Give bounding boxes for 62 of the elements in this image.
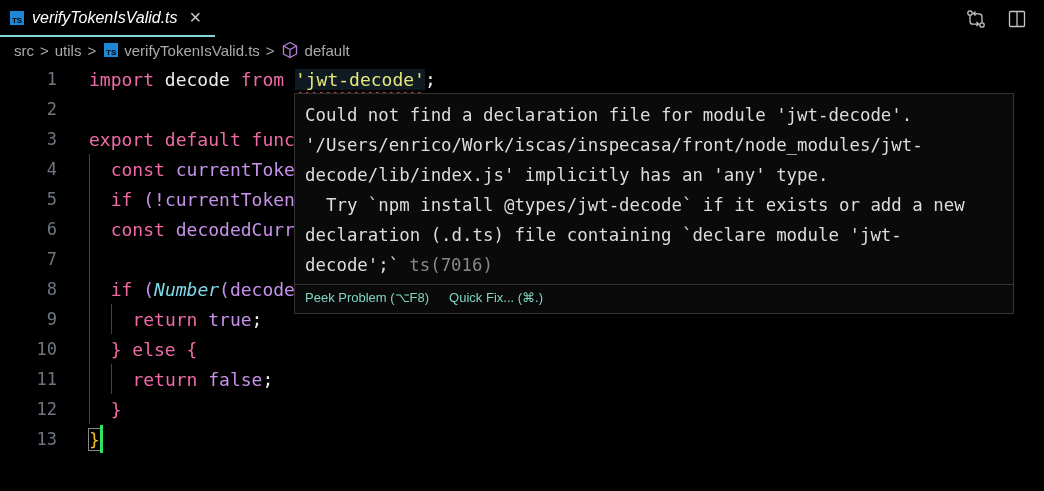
line-number: 13	[35, 429, 57, 449]
identifier-token: false	[208, 368, 263, 390]
typescript-file-icon: TS	[10, 10, 24, 25]
hover-action-link[interactable]: Peek Problem (⌥F8)	[305, 290, 430, 305]
keyword-token: from	[240, 68, 286, 90]
line-number: 6	[45, 219, 57, 239]
line-number: 3	[45, 129, 57, 149]
breadcrumb-separator: >	[265, 41, 275, 59]
line-number: 4	[45, 159, 57, 179]
error-message-line: declaration (.d.ts) file containing `declare module 'jwt-	[305, 225, 902, 245]
identifier-token: true	[208, 308, 252, 330]
close-icon[interactable]: ×	[189, 6, 202, 29]
error-message-line: '/Users/enrico/Work/iscas/inspecasa/front/node_modules/jwt-	[305, 135, 923, 155]
bracket-token: }	[89, 428, 100, 450]
error-message-line: decode/lib/index.js' implicitly has an 'any' type.	[305, 165, 829, 185]
line-number: 10	[35, 339, 57, 359]
string-token: 'jwt-decode'	[294, 68, 425, 90]
keyword-token: const	[110, 158, 166, 180]
line-number: 7	[45, 249, 57, 269]
code-token: decode	[164, 68, 231, 90]
identifier-token: (!currentToken	[143, 188, 295, 210]
line-number: 5	[45, 189, 57, 209]
breadcrumb-separator: >	[87, 41, 97, 59]
identifier-token: decodedCurr	[175, 218, 295, 240]
error-message-line: Could not find a declaration file for module 'jwt-decode'.	[305, 105, 913, 125]
line-number: 12	[35, 399, 57, 419]
keyword-token: const	[110, 218, 166, 240]
line-number: 11	[35, 369, 57, 389]
editor-tab[interactable]: TS verifyTokenIsValid.ts ×	[0, 0, 216, 37]
code-token: ;	[262, 368, 274, 390]
line-number: 2	[45, 99, 57, 119]
line-number: 8	[45, 279, 57, 299]
code-token: ;	[251, 308, 263, 330]
keyword-token: return	[132, 308, 199, 330]
line-number: 9	[45, 309, 57, 329]
keyword-token: return	[132, 368, 199, 390]
breadcrumb-item[interactable]: verifyTokenIsValid.ts	[124, 41, 260, 59]
keyword-token: if	[110, 278, 134, 300]
identifier-token: (decode	[219, 278, 295, 300]
line-number: 1	[45, 69, 57, 89]
hover-action-link[interactable]: Quick Fix... (⌘.)	[449, 290, 543, 305]
keyword-token: } else {	[110, 338, 198, 360]
compare-changes-icon[interactable]	[966, 8, 986, 29]
breadcrumb-item[interactable]: default	[304, 41, 350, 59]
split-editor-icon[interactable]	[1008, 9, 1026, 28]
typescript-file-icon: TS	[104, 43, 119, 57]
error-message-line: decode';`	[305, 255, 400, 275]
breadcrumb-item[interactable]: src	[14, 41, 34, 59]
code-token: ;	[424, 68, 436, 90]
keyword-token: if	[110, 188, 134, 210]
breadcrumb-item[interactable]: utils	[54, 41, 82, 59]
error-code: ts(7016)	[409, 255, 493, 275]
cube-icon	[280, 41, 299, 59]
keyword-token: }	[110, 398, 122, 420]
keyword-token: import	[89, 68, 156, 90]
identifier-token: currentToke	[175, 158, 295, 180]
keyword-token: export default func	[89, 128, 295, 150]
function-token: Number	[154, 278, 220, 300]
error-message-line: Try `npm install @types/jwt-decode` if it exists or add a new	[324, 195, 965, 215]
breadcrumb-separator: >	[40, 41, 49, 59]
identifier-token: (	[143, 278, 155, 300]
tab-title: verifyTokenIsValid.ts	[32, 8, 178, 27]
